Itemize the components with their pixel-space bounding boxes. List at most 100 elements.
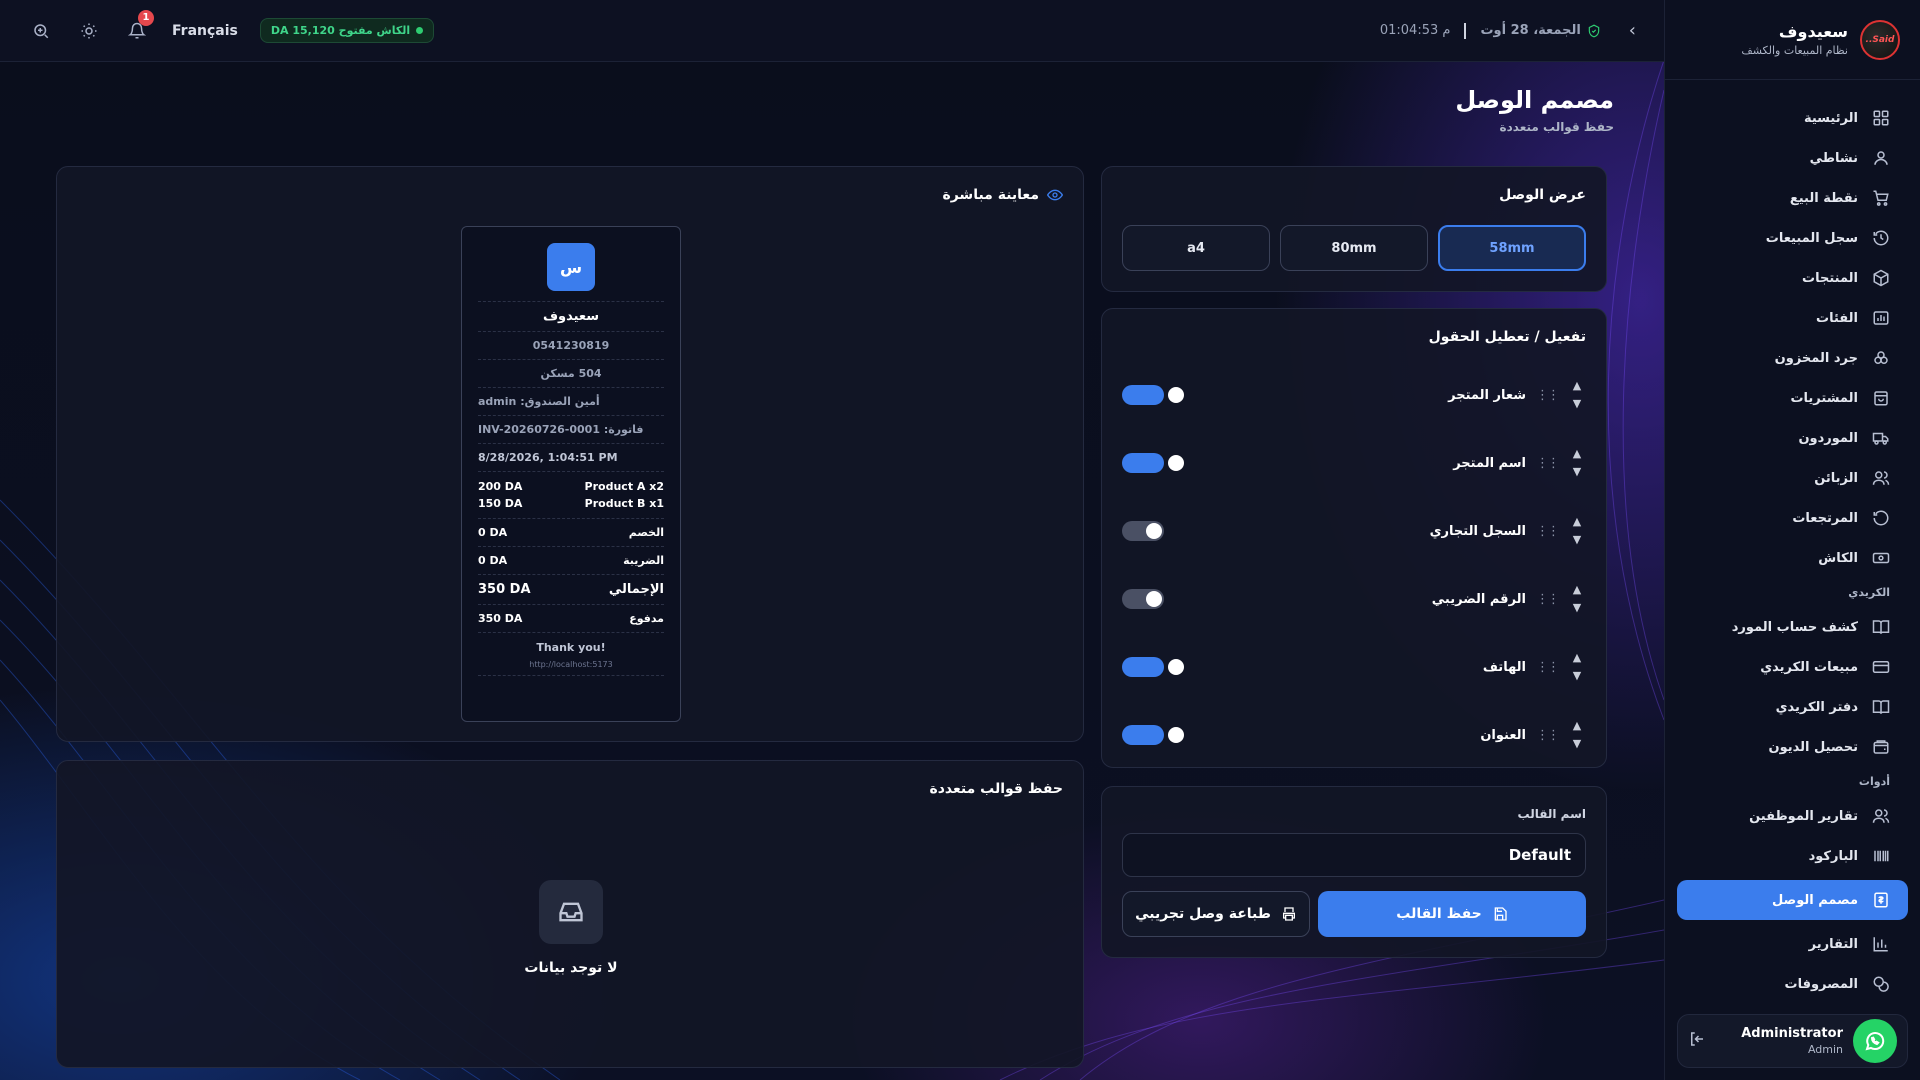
top-bar: 1 Français الكاش مفتوح 15,120 DA 01:04:5… (0, 0, 1664, 62)
drag-handle-icon[interactable]: ⋮⋮ (1536, 592, 1560, 607)
page-header: مصمم الوصل حفظ قوالب متعددة (1455, 86, 1614, 134)
saved-templates-title: حفظ قوالب متعددة (929, 781, 1063, 797)
sidebar-item-employee-reports[interactable]: تقارير الموظفين (1665, 796, 1920, 836)
arrow-down-icon[interactable]: ▼ (1573, 602, 1581, 613)
arrow-up-icon[interactable]: ▲ (1573, 584, 1581, 595)
discount-value: 0 DA (478, 526, 508, 539)
width-option-58mm[interactable]: 58mm (1438, 225, 1586, 271)
sidebar-item-sales-history[interactable]: سجل المبيعات (1665, 218, 1920, 258)
sidebar-item-products[interactable]: المنتجات (1665, 258, 1920, 298)
user-card: Administrator Admin (1677, 1014, 1908, 1068)
brand: Said.. سعيدوف نظام المبيعات والكشف (1665, 0, 1920, 80)
arrow-down-icon[interactable]: ▼ (1573, 534, 1581, 545)
toggle-tax-number[interactable] (1122, 589, 1164, 609)
item-name: Product A x2 (584, 480, 664, 493)
sidebar-item-customers[interactable]: الزبائن (1665, 458, 1920, 498)
drag-handle-icon[interactable]: ⋮⋮ (1536, 660, 1560, 675)
sidebar-item-categories[interactable]: الفئات (1665, 298, 1920, 338)
divider (1464, 22, 1467, 39)
sidebar-item-reports[interactable]: التقارير (1665, 924, 1920, 964)
whatsapp-icon[interactable] (1853, 1019, 1897, 1063)
card-icon (1872, 661, 1890, 673)
sidebar-item-label: نقطة البيع (1789, 190, 1858, 206)
sidebar-item-home[interactable]: الرئيسية (1665, 98, 1920, 138)
sidebar-item-pos[interactable]: نقطة البيع (1665, 178, 1920, 218)
reorder-arrows[interactable]: ▲ ▼ (1568, 380, 1586, 409)
empty-state-text: لا توجد بيانات (524, 960, 618, 976)
sidebar-item-barcode[interactable]: الباركود (1665, 836, 1920, 876)
arrow-down-icon[interactable]: ▼ (1573, 466, 1581, 477)
printer-icon (1282, 907, 1295, 921)
arrow-up-icon[interactable]: ▲ (1573, 652, 1581, 663)
sidebar-item-activity[interactable]: نشاطي (1665, 138, 1920, 178)
status-dot (416, 27, 424, 34)
template-name-input[interactable] (1122, 833, 1586, 877)
users-icon (1872, 809, 1890, 823)
drag-handle-icon[interactable]: ⋮⋮ (1536, 388, 1560, 403)
sidebar-item-label: جرد المخزون (1774, 350, 1858, 366)
arrow-up-icon[interactable]: ▲ (1573, 516, 1581, 527)
receipt-invoice: فاتورة: INV-20260726-0001 (478, 423, 644, 436)
print-test-button[interactable]: طباعة وصل تجريبي (1122, 891, 1310, 937)
cash-icon (1872, 552, 1890, 564)
sidebar-item-label: تقارير الموظفين (1749, 808, 1858, 824)
date-display: الجمعة، 28 أوت (1480, 23, 1600, 38)
bell-icon[interactable]: 1 (124, 9, 154, 44)
sidebar-item-expenses[interactable]: المصروفات (1665, 964, 1920, 1004)
book-icon (1872, 700, 1890, 714)
sidebar-item-label: سجل المبيعات (1765, 230, 1858, 246)
save-template-button[interactable]: حفظ القالب (1318, 891, 1586, 937)
return-icon (1873, 510, 1889, 526)
tax-label: الضريبة (623, 554, 664, 567)
arrow-down-icon[interactable]: ▼ (1573, 398, 1581, 409)
field-label: الرقم الضريبي (1431, 591, 1526, 607)
arrow-down-icon[interactable]: ▼ (1573, 670, 1581, 681)
sidebar-item-purchases[interactable]: المشتريات (1665, 378, 1920, 418)
width-option-a4[interactable]: a4 (1122, 225, 1270, 271)
reorder-arrows[interactable]: ▲ ▼ (1568, 584, 1586, 613)
reorder-arrows[interactable]: ▲ ▼ (1568, 448, 1586, 477)
logout-icon[interactable] (1688, 1030, 1706, 1052)
sidebar-item-credit-sales[interactable]: مبيعات الكريدي (1665, 647, 1920, 687)
reorder-arrows[interactable]: ▲ ▼ (1568, 720, 1586, 749)
width-option-80mm[interactable]: 80mm (1280, 225, 1428, 271)
sidebar-item-credit-book[interactable]: دفتر الكريدي (1665, 687, 1920, 727)
cash-status-badge[interactable]: الكاش مفتوح 15,120 DA (259, 18, 435, 43)
receipt-address: 504 مسكن (540, 367, 602, 380)
notification-badge: 1 (138, 9, 154, 26)
field-row-tax-number: ▲ ▼ ⋮⋮ الرقم الضريبي (1122, 579, 1586, 619)
arrow-up-icon[interactable]: ▲ (1573, 720, 1581, 731)
sidebar-item-label: الزبائن (1814, 470, 1858, 486)
field-row-store-logo: ▲ ▼ ⋮⋮ شعار المتجر (1122, 375, 1586, 415)
drag-handle-icon[interactable]: ⋮⋮ (1536, 456, 1560, 471)
toggle-phone[interactable] (1122, 657, 1184, 677)
sidebar-item-label: الموردون (1798, 430, 1858, 446)
zoom-in-icon[interactable] (28, 18, 54, 44)
drag-handle-icon[interactable]: ⋮⋮ (1536, 728, 1560, 743)
toggle-knob (1168, 659, 1184, 675)
sidebar-item-suppliers[interactable]: الموردون (1665, 418, 1920, 458)
drag-handle-icon[interactable]: ⋮⋮ (1536, 524, 1560, 539)
toggle-commercial-register[interactable] (1122, 521, 1164, 541)
sidebar-item-inventory[interactable]: جرد المخزون (1665, 338, 1920, 378)
brand-name: سعيدوف (1778, 22, 1848, 41)
toggle-store-name[interactable] (1122, 453, 1184, 473)
theme-toggle-icon[interactable] (76, 18, 102, 44)
language-switch[interactable]: Français (172, 23, 238, 39)
sidebar-item-returns[interactable]: المرتجعات (1665, 498, 1920, 538)
arrow-down-icon[interactable]: ▼ (1573, 738, 1581, 749)
sidebar-item-receipt-designer[interactable]: مصمم الوصل (1677, 880, 1908, 920)
sidebar-item-cash[interactable]: الكاش (1665, 538, 1920, 578)
arrow-up-icon[interactable]: ▲ (1573, 380, 1581, 391)
sidebar-item-supplier-statement[interactable]: كشف حساب المورد (1665, 607, 1920, 647)
sidebar-item-debt-collection[interactable]: تحصيل الديون (1665, 727, 1920, 767)
toggle-store-logo[interactable] (1122, 385, 1184, 405)
reorder-arrows[interactable]: ▲ ▼ (1568, 652, 1586, 681)
arrow-up-icon[interactable]: ▲ (1573, 448, 1581, 459)
chevron-left-icon[interactable]: ‹ (1629, 20, 1636, 41)
toggle-address[interactable] (1122, 725, 1184, 745)
history-icon (1873, 230, 1889, 246)
boxes-icon (1874, 351, 1888, 364)
reorder-arrows[interactable]: ▲ ▼ (1568, 516, 1586, 545)
date-text: الجمعة، 28 أوت (1480, 23, 1581, 38)
